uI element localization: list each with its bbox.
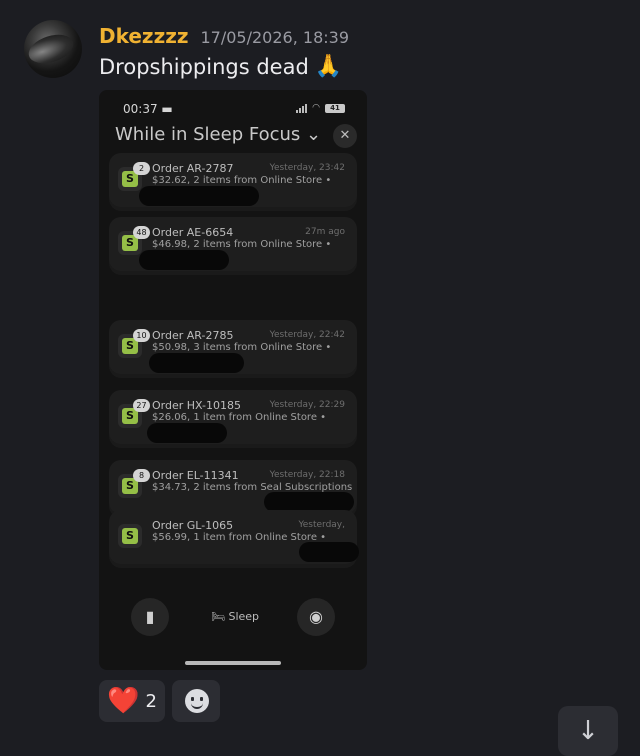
focus-title: While in Sleep Focus ⌄	[115, 124, 322, 145]
notification-title: Order AE-6654	[152, 226, 234, 239]
message-content: Dropshippings dead 🙏	[99, 54, 342, 79]
notification-badge: 2	[133, 162, 150, 175]
notification-body: $32.62, 2 items from Online Store •	[152, 175, 332, 186]
notification: S 27 Order HX-10185 Yesterday, 22:29 $26…	[109, 390, 357, 444]
add-reaction-button[interactable]	[172, 680, 220, 722]
redaction	[147, 423, 227, 443]
redaction	[299, 542, 359, 562]
message-header: Dkezzzz 17/05/2026, 18:39	[99, 24, 349, 48]
redaction	[139, 250, 229, 270]
notification-title: Order AR-2787	[152, 162, 234, 175]
notification-time: 27m ago	[305, 227, 345, 237]
flashlight-icon: ▮	[131, 598, 169, 636]
bed-icon: ▬	[161, 102, 173, 116]
redaction	[149, 353, 244, 373]
redaction	[264, 492, 354, 512]
add-reaction-icon	[185, 689, 209, 713]
status-time: 00:37 ▬	[123, 102, 173, 116]
home-indicator	[185, 661, 281, 665]
notification-title: Order EL-11341	[152, 469, 239, 482]
username[interactable]: Dkezzzz	[99, 24, 189, 48]
notification-body: $46.98, 2 items from Online Store •	[152, 239, 332, 250]
avatar[interactable]	[24, 20, 82, 78]
heart-reaction-button[interactable]: ❤️ 2	[99, 680, 165, 722]
notification-title: Order AR-2785	[152, 329, 234, 342]
notification-badge: 8	[133, 469, 150, 482]
notification-badge: 10	[133, 329, 150, 342]
notification-badge: 27	[133, 399, 150, 412]
notification-time: Yesterday, 22:18	[269, 470, 345, 480]
message-text: Dropshippings dead	[99, 54, 309, 79]
notification-body: $26.06, 1 item from Online Store •	[152, 412, 327, 423]
reaction-count: 2	[145, 690, 157, 712]
close-icon: ✕	[333, 124, 357, 148]
arrow-down-icon[interactable]: ↓	[558, 706, 618, 756]
screenshot-attachment[interactable]: 00:37 ▬ ◠ 41 While in Sleep Focus ⌄ ✕ S …	[99, 90, 367, 670]
notification-time: Yesterday, 23:42	[269, 163, 345, 173]
redaction	[139, 186, 259, 206]
battery-icon: 41	[325, 103, 345, 113]
camera-icon: ◉	[297, 598, 335, 636]
message-timestamp: 17/05/2026, 18:39	[200, 28, 350, 47]
notification-title: Order GL-1065	[152, 519, 234, 532]
notification-time: Yesterday, 22:29	[269, 400, 345, 410]
heart-icon: ❤️	[107, 686, 140, 716]
shopify-app-icon: S	[118, 524, 142, 548]
notification-body: $50.98, 3 items from Online Store •	[152, 342, 332, 353]
notification-time: Yesterday, 22:42	[269, 330, 345, 340]
signal-icon	[296, 103, 308, 113]
sleep-label: 🛏 Sleep	[211, 610, 260, 623]
notification-time: Yesterday,	[298, 520, 345, 530]
notification-badge: 48	[133, 226, 150, 239]
wifi-icon: ◠	[312, 103, 320, 113]
status-icons: ◠ 41	[296, 103, 345, 113]
notification-title: Order HX-10185	[152, 399, 241, 412]
pray-emoji-icon: 🙏	[314, 54, 343, 79]
